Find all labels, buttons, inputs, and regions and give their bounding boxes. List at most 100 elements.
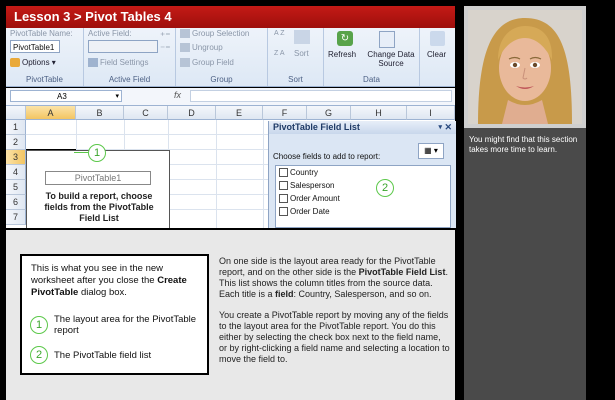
function-icon[interactable]: fx (174, 90, 181, 100)
ribbon-group-group: Group Selection Ungroup Group Field Grou… (176, 28, 268, 86)
info-number-2: 2 (30, 346, 48, 364)
field-list-layout-button[interactable]: ▦ ▾ (418, 143, 444, 159)
info-number-1: 1 (30, 316, 48, 334)
field-settings-icon (88, 58, 98, 68)
name-box[interactable]: A3 ▾ (10, 90, 122, 102)
group-label-group: Group (210, 75, 233, 84)
ribbon-group-pivottable: PivotTable Name: PivotTable1 Options ▾ P… (6, 28, 84, 86)
group-label-data: Data (363, 75, 380, 84)
sort-ascending-button[interactable]: A Z (274, 30, 285, 37)
pivottable-instructions: To build a report, choose fields from th… (44, 191, 154, 223)
row-header-1[interactable]: 1 (6, 120, 26, 135)
field-checkbox-order-date[interactable] (279, 207, 288, 217)
field-settings-button[interactable]: Field Settings (88, 58, 149, 68)
narrator-avatar (464, 6, 586, 128)
formula-input[interactable] (190, 90, 452, 102)
options-button[interactable]: Options ▾ (10, 58, 56, 68)
column-header-i[interactable]: I (407, 106, 455, 120)
column-header-g[interactable]: G (307, 106, 351, 120)
ungroup-button[interactable]: Ungroup (180, 43, 223, 53)
callout-number-2: 2 (376, 179, 394, 197)
ungroup-label: Ungroup (192, 43, 223, 52)
column-header-b[interactable]: B (76, 106, 124, 120)
lesson-title-bar: Lesson 3 > Pivot Tables 4 (6, 6, 455, 28)
narration-text: You might find that this section takes m… (469, 135, 578, 154)
field-item-salesperson[interactable]: Salesperson (279, 181, 334, 191)
change-data-source-icon (379, 31, 395, 48)
options-label: Options (22, 58, 50, 67)
ribbon: PivotTable Name: PivotTable1 Options ▾ P… (6, 28, 455, 87)
row-header-6[interactable]: 6 (6, 195, 26, 210)
column-header-d[interactable]: D (168, 106, 216, 120)
row-header-3[interactable]: 3 (6, 150, 26, 165)
row-header-4[interactable]: 4 (6, 165, 26, 180)
field-checkbox-salesperson[interactable] (279, 181, 288, 191)
explanation-paragraph-2: You create a PivotTable report by moving… (219, 310, 450, 364)
active-field-label: Active Field: (88, 29, 132, 38)
pivottable-name-input[interactable]: PivotTable1 (10, 40, 60, 53)
row-header-5[interactable]: 5 (6, 180, 26, 195)
field-item-country[interactable]: Country (279, 168, 318, 178)
group-label-active-field: Active Field (108, 75, 151, 84)
column-header-c[interactable]: C (124, 106, 168, 120)
field-checkbox-order-amount[interactable] (279, 194, 288, 204)
ribbon-group-sort: A Z Z A Sort Sort (268, 28, 324, 86)
info-item-2: The PivotTable field list (54, 350, 152, 361)
column-header-h[interactable]: H (351, 106, 407, 120)
narrator-portrait (468, 10, 582, 124)
row-header-2[interactable]: 2 (6, 135, 26, 150)
change-data-source-button[interactable]: Change Data Source (364, 50, 418, 68)
name-box-dropdown-icon[interactable]: ▾ (115, 91, 119, 102)
row-header-7[interactable]: 7 (6, 210, 26, 225)
field-list-titlebar: PivotTable Field List ▾ ✕ (269, 121, 456, 134)
info-box: This is what you see in the new workshee… (20, 254, 209, 375)
clear-icon (430, 31, 445, 46)
group-field-icon (180, 58, 190, 68)
active-field-input[interactable] (88, 40, 158, 53)
expand-field-icon[interactable]: ⁺⁼ (160, 31, 171, 42)
group-label-sort: Sort (288, 75, 303, 84)
pivottable-placeholder: PivotTable1 (45, 171, 151, 185)
field-settings-label: Field Settings (100, 58, 149, 67)
group-selection-label: Group Selection (192, 29, 250, 38)
field-checkbox-country[interactable] (279, 168, 288, 178)
options-icon (10, 58, 20, 68)
column-header-e[interactable]: E (216, 106, 263, 120)
collapse-field-icon[interactable]: ⁻⁼ (160, 44, 171, 55)
field-item-order-date[interactable]: Order Date (279, 207, 330, 217)
field-list-close-icon[interactable]: ✕ (444, 121, 452, 134)
explanation-paragraph-1: On one side is the layout area ready for… (219, 256, 448, 299)
pivottable-field-list-pane: PivotTable Field List ▾ ✕ Choose fields … (268, 121, 456, 228)
lesson-title: Lesson 3 > Pivot Tables 4 (14, 9, 172, 24)
column-header-f[interactable]: F (263, 106, 307, 120)
ribbon-group-active-field: Active Field: ⁺⁼ ⁻⁼ Field Settings Activ… (84, 28, 176, 86)
name-box-value: A3 (57, 92, 67, 101)
field-list-box: Country Salesperson Order Amount Order D… (275, 165, 451, 228)
clear-button[interactable]: Clear (427, 50, 446, 59)
ribbon-group-actions: Clear (420, 28, 455, 86)
field-item-order-amount[interactable]: Order Amount (279, 194, 340, 204)
group-label-pivottable: PivotTable (26, 75, 63, 84)
pivottable-name-label: PivotTable Name: (10, 29, 73, 38)
explanation-text: On one side is the layout area ready for… (219, 256, 451, 365)
group-selection-icon (180, 29, 190, 39)
layout-icon: ▦ (424, 146, 432, 155)
field-list-title: PivotTable Field List (273, 122, 360, 132)
column-header-a[interactable]: A (26, 106, 76, 120)
refresh-button[interactable]: Refresh (328, 50, 356, 59)
field-list-subtitle: Choose fields to add to report: (273, 152, 381, 161)
sort-icon (294, 30, 310, 44)
callout-number-1: 1 (88, 144, 106, 162)
ungroup-icon (180, 43, 190, 53)
field-list-dropdown-icon[interactable]: ▾ (438, 121, 442, 134)
info-intro: This is what you see in the new workshee… (31, 263, 187, 298)
group-selection-button[interactable]: Group Selection (180, 29, 250, 39)
info-item-1: The layout area for the PivotTable repor… (54, 314, 197, 336)
sort-descending-button[interactable]: Z A (274, 50, 285, 57)
sort-button[interactable]: Sort (294, 49, 309, 58)
group-field-button[interactable]: Group Field (180, 58, 234, 68)
group-field-label: Group Field (192, 58, 234, 67)
select-all-corner[interactable] (6, 106, 26, 120)
formula-bar: A3 ▾ fx (6, 88, 455, 106)
refresh-icon: ↻ (337, 31, 353, 46)
